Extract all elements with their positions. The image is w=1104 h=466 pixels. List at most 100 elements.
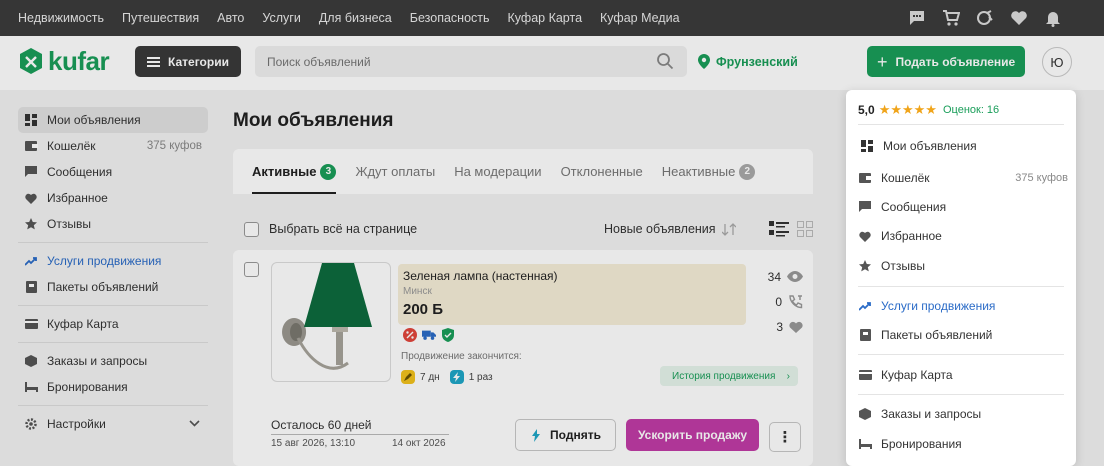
dropdown-item-label: Пакеты объявлений <box>881 328 993 342</box>
sidebar-divider <box>18 242 208 243</box>
heart-icon <box>789 321 803 333</box>
sidebar-item-promo-services[interactable]: Услуги продвижения <box>18 248 208 274</box>
dropdown-item-bookings[interactable]: Бронирования <box>858 430 1066 458</box>
post-ad-button[interactable]: + Подать объявление <box>867 46 1025 77</box>
top-nav-link-realty[interactable]: Недвижимость <box>18 11 104 25</box>
more-options-button[interactable]: ⋮ <box>769 422 801 452</box>
logo-text: kufar <box>48 46 110 76</box>
select-all-label[interactable]: Выбрать всё на странице <box>269 222 417 236</box>
chat-icon[interactable] <box>906 7 928 29</box>
sidebar-item-label: Пакеты объявлений <box>47 280 159 294</box>
wallet-balance: 375 куфов <box>146 140 202 152</box>
dropdown-item-label: Куфар Карта <box>881 368 953 382</box>
top-nav-link-card[interactable]: Куфар Карта <box>508 11 583 25</box>
tab-moderation[interactable]: На модерации <box>454 149 541 194</box>
sidebar-item-messages[interactable]: Сообщения <box>18 159 208 185</box>
boost-sale-button[interactable]: Ускорить продажу <box>626 419 759 451</box>
dropdown-item-wallet[interactable]: Кошелёк 375 куфов <box>858 164 1068 192</box>
list-view-icon[interactable] <box>769 221 789 242</box>
sidebar-item-label: Избранное <box>47 191 108 205</box>
sidebar-item-label: Настройки <box>47 417 106 431</box>
dropdown-item-label: Сообщения <box>881 200 947 214</box>
tab-inactive[interactable]: Неактивные 2 <box>662 149 756 194</box>
sidebar-divider <box>18 405 208 406</box>
dropdown-item-favorites[interactable]: Избранное <box>858 222 1066 250</box>
dropdown-item-kufar-card[interactable]: Куфар Карта <box>858 361 1066 389</box>
top-nav-link-security[interactable]: Безопасность <box>410 11 490 25</box>
header: kufar Категории Фрунзенский + Подать объ… <box>0 36 1104 90</box>
sidebar-item-packages[interactable]: Пакеты объявлений <box>18 274 208 300</box>
grid-icon <box>24 113 38 127</box>
ad-select-checkbox[interactable] <box>244 262 259 277</box>
sidebar-item-label: Куфар Карта <box>47 317 119 331</box>
tab-awaiting-payment[interactable]: Ждут оплаты <box>355 149 435 194</box>
avatar[interactable]: Ю <box>1042 47 1072 77</box>
cart-icon[interactable] <box>940 7 962 29</box>
top-nav-icons <box>894 0 1064 36</box>
dropdown-item-messages[interactable]: Сообщения <box>858 193 1066 221</box>
dropdown-item-label: Мои объявления <box>883 139 977 153</box>
ad-info-box[interactable]: Зеленая лампа (настенная) Минск 200 Б <box>398 264 746 325</box>
tab-rejected[interactable]: Отклоненные <box>561 149 643 194</box>
categories-button[interactable]: Категории <box>135 46 241 77</box>
package-icon <box>24 280 38 294</box>
ad-price: 200 Б <box>403 301 443 318</box>
select-all-checkbox[interactable] <box>244 221 259 237</box>
calls-stat: 0 <box>755 289 803 314</box>
promo-history-button[interactable]: История продвижения › <box>660 366 798 386</box>
compare-icon[interactable] <box>974 7 996 29</box>
dropdown-item-label: Заказы и запросы <box>881 407 982 421</box>
dropdown-item-orders[interactable]: Заказы и запросы <box>858 400 1066 428</box>
sidebar-item-reviews[interactable]: Отзывы <box>18 211 208 237</box>
sidebar-item-label: Кошелёк <box>47 139 96 153</box>
top-nav-link-auto[interactable]: Авто <box>217 11 244 25</box>
heart-icon[interactable] <box>1008 7 1030 29</box>
calls-count: 0 <box>775 294 782 309</box>
top-nav-link-services[interactable]: Услуги <box>262 11 300 25</box>
star-icon <box>24 217 38 231</box>
package-icon <box>858 328 872 342</box>
sidebar-item-bookings[interactable]: Бронирования <box>18 374 208 400</box>
top-nav-link-business[interactable]: Для бизнеса <box>319 11 392 25</box>
sidebar-item-settings[interactable]: Настройки <box>18 411 208 437</box>
grid-view-icon[interactable] <box>797 221 813 242</box>
date-start: 15 авг 2026, 13:10 <box>271 438 356 449</box>
dropdown-item-my-ads[interactable]: Мои объявления <box>852 132 1068 160</box>
ad-feature-icons <box>403 328 460 342</box>
favorites-count: 3 <box>776 319 783 334</box>
wallet-icon <box>24 139 38 153</box>
sidebar-item-favorites[interactable]: Избранное <box>18 185 208 211</box>
logo[interactable]: kufar <box>18 46 110 77</box>
raise-promo-icon <box>449 370 464 384</box>
sidebar-divider <box>18 342 208 343</box>
tab-active[interactable]: Активные 3 <box>252 149 337 194</box>
views-count: 34 <box>767 269 781 284</box>
bell-icon[interactable] <box>1042 7 1064 29</box>
dropdown-item-promo-services[interactable]: Услуги продвижения <box>858 292 1066 320</box>
promo-raises: 1 раз <box>449 370 493 384</box>
categories-label: Категории <box>168 54 229 69</box>
sidebar-item-orders[interactable]: Заказы и запросы <box>18 348 208 374</box>
dropdown-item-reviews[interactable]: Отзывы <box>858 252 1066 280</box>
dropdown-item-packages[interactable]: Пакеты объявлений <box>858 321 1066 349</box>
sort-dropdown[interactable]: Новые объявления <box>604 222 736 236</box>
location-selector[interactable]: Фрунзенский <box>698 54 798 69</box>
top-nav-link-travel[interactable]: Путешествия <box>122 11 199 25</box>
gear-icon <box>24 417 38 431</box>
card-icon <box>858 368 872 382</box>
raise-button[interactable]: Поднять <box>515 419 616 451</box>
search-input[interactable] <box>255 46 687 77</box>
dropdown-item-label: Избранное <box>881 229 942 243</box>
sidebar-item-my-ads[interactable]: Мои объявления <box>18 107 208 133</box>
sidebar-item-kufar-card[interactable]: Куфар Карта <box>18 311 208 337</box>
chevron-down-icon[interactable] <box>189 418 200 430</box>
search-icon[interactable] <box>656 52 674 75</box>
ad-thumbnail[interactable] <box>271 262 391 382</box>
top-nav-link-media[interactable]: Куфар Медиа <box>600 11 680 25</box>
ad-city: Минск <box>403 286 432 297</box>
tab-label: На модерации <box>454 164 542 179</box>
promo-times: 1 раз <box>468 371 493 383</box>
sidebar-item-wallet[interactable]: Кошелёк 375 куфов <box>18 133 208 159</box>
rating-count[interactable]: Оценок: 16 <box>943 104 999 116</box>
eye-icon <box>787 271 803 282</box>
